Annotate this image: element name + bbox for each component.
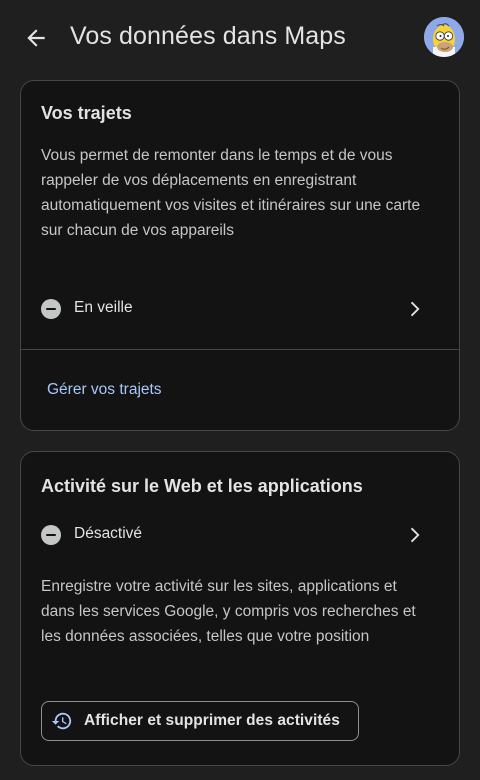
web-activity-card-description: Enregistre votre activité sur les sites,… <box>41 578 416 645</box>
card-divider <box>21 349 459 350</box>
manage-timeline-link[interactable]: Gérer vos trajets <box>47 381 162 399</box>
timeline-status-row[interactable]: En veille <box>21 287 459 331</box>
off-status-icon <box>41 525 61 545</box>
arrow-back-icon <box>27 29 45 47</box>
app-screen: Vos données dans Maps Vos trajets Vous p… <box>0 0 480 780</box>
chevron-right-icon <box>410 301 420 317</box>
view-delete-activity-button[interactable]: Afficher et supprimer des activités <box>41 701 359 741</box>
timeline-card: Vos trajets Vous permet de remonter dans… <box>20 80 460 431</box>
timeline-status-label: En veille <box>74 299 133 316</box>
account-avatar[interactable] <box>424 17 464 57</box>
timeline-card-title: Vos trajets <box>41 103 132 123</box>
web-activity-card-title: Activité sur le Web et les applications <box>41 476 363 496</box>
homer-avatar <box>424 17 464 57</box>
web-activity-status-row[interactable]: Désactivé <box>21 513 459 557</box>
paused-status-icon <box>41 299 61 319</box>
chevron-right-icon <box>410 527 420 543</box>
page-title: Vos données dans Maps <box>70 22 346 50</box>
web-activity-status-label: Désactivé <box>74 525 143 542</box>
view-delete-activity-label: Afficher et supprimer des activités <box>84 712 340 729</box>
history-icon <box>51 712 72 730</box>
back-button[interactable] <box>18 20 54 56</box>
top-app-bar: Vos données dans Maps <box>0 0 480 78</box>
timeline-card-description: Vous permet de remonter dans le temps et… <box>41 147 421 239</box>
web-activity-card: Activité sur le Web et les applications … <box>20 451 460 766</box>
